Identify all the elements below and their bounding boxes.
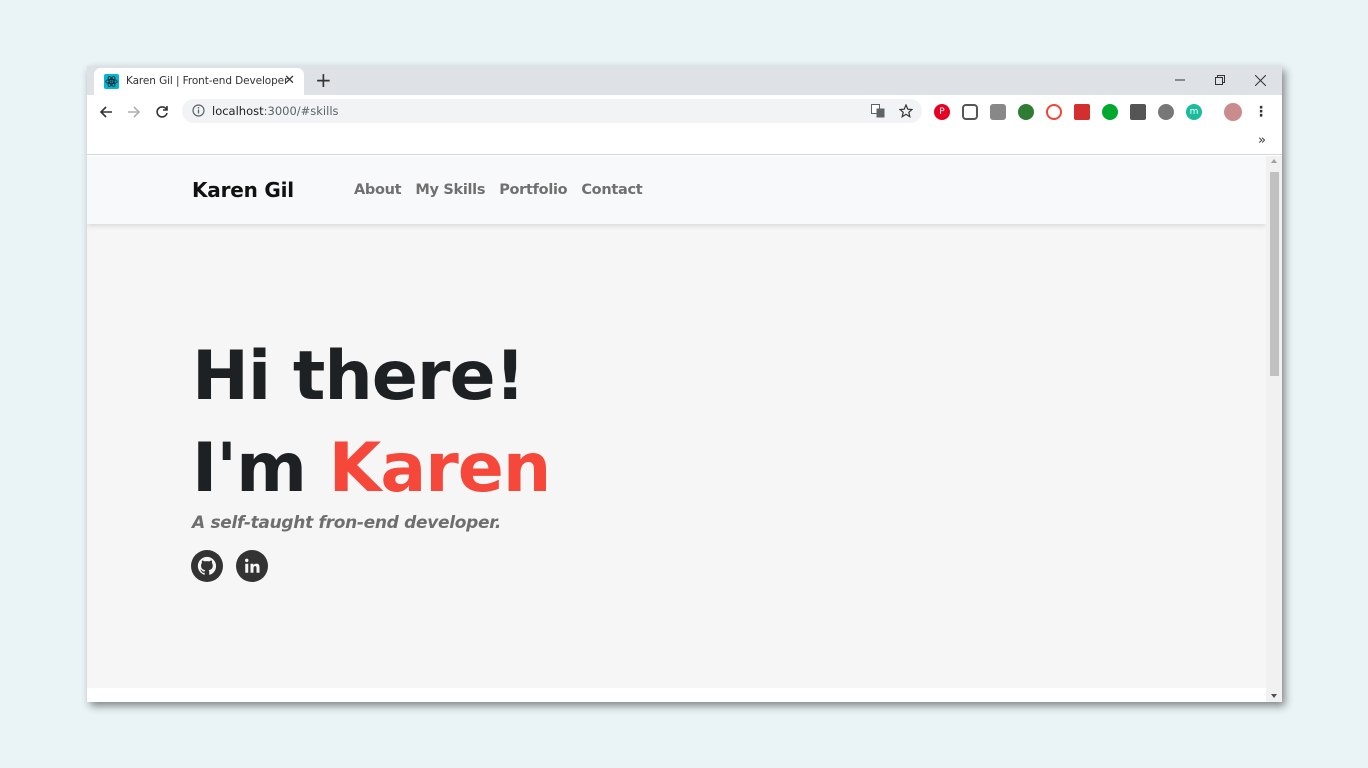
github-icon[interactable]: [191, 550, 223, 582]
info-icon[interactable]: [192, 104, 205, 117]
hero-name: Karen: [328, 429, 552, 508]
scroll-up-icon[interactable]: [1271, 159, 1277, 163]
site-brand[interactable]: Karen Gil: [192, 178, 294, 202]
camera-icon[interactable]: [990, 104, 1006, 120]
profile-avatar[interactable]: [1224, 103, 1242, 121]
reload-icon[interactable]: [152, 102, 172, 122]
address-bar[interactable]: localhost:3000/#skills: [182, 99, 922, 123]
browser-window: Karen Gil | Front-end Developer ✕ + loca…: [87, 66, 1282, 702]
linkedin-icon[interactable]: [236, 550, 268, 582]
back-icon[interactable]: [96, 102, 116, 122]
url-path: :3000/#skills: [263, 104, 339, 118]
m-extension-icon[interactable]: m: [1186, 104, 1202, 120]
page-viewport: Karen Gil About My Skills Portfolio Cont…: [87, 156, 1266, 702]
restore-icon[interactable]: [1205, 71, 1235, 89]
nav-contact[interactable]: Contact: [581, 182, 642, 198]
hero-line-2: I'm Karen: [192, 423, 552, 515]
react-favicon-icon: [104, 74, 119, 89]
bookmark-star-icon[interactable]: [898, 103, 914, 119]
new-tab-button[interactable]: +: [315, 70, 332, 90]
globe-extension-icon[interactable]: [1018, 104, 1034, 120]
page-scrollbar[interactable]: [1266, 156, 1282, 702]
bookmarks-overflow-icon[interactable]: »: [1258, 133, 1266, 148]
url-host: localhost: [212, 104, 264, 118]
bookmarks-bar: »: [87, 128, 1282, 155]
close-tab-icon[interactable]: ✕: [284, 73, 295, 89]
scroll-down-icon[interactable]: [1271, 694, 1277, 698]
hero-tagline: A self-taught fron-end developer.: [192, 513, 502, 533]
pocket-icon[interactable]: [962, 104, 978, 120]
settings-extension-icon[interactable]: [1158, 104, 1174, 120]
nav-portfolio[interactable]: Portfolio: [499, 182, 567, 198]
translate-icon[interactable]: [870, 103, 886, 119]
menu-dots-icon[interactable]: ⋮: [1253, 104, 1269, 120]
hero-prefix: I'm: [192, 429, 329, 508]
eyedropper-icon[interactable]: [1130, 104, 1146, 120]
close-window-icon[interactable]: [1245, 71, 1275, 89]
nav-about[interactable]: About: [354, 182, 402, 198]
screenshot-extension-icon[interactable]: [1074, 104, 1090, 120]
pinterest-icon[interactable]: P: [934, 104, 950, 120]
browser-tab[interactable]: Karen Gil | Front-end Developer ✕: [94, 68, 304, 95]
url-text: localhost:3000/#skills: [212, 104, 339, 118]
lastpass-icon[interactable]: [1046, 104, 1062, 120]
hero-heading: Hi there! I'm Karen: [192, 331, 552, 515]
nav-links: About My Skills Portfolio Contact: [354, 182, 643, 198]
tab-strip: Karen Gil | Front-end Developer ✕ +: [87, 66, 1282, 95]
nav-my-skills[interactable]: My Skills: [415, 182, 485, 198]
tab-title: Karen Gil | Front-end Developer: [126, 75, 289, 87]
minimize-icon[interactable]: [1165, 71, 1195, 89]
hero-line-1: Hi there!: [192, 337, 526, 416]
evernote-icon[interactable]: [1102, 104, 1118, 120]
site-navbar: Karen Gil About My Skills Portfolio Cont…: [87, 156, 1266, 224]
scroll-thumb[interactable]: [1270, 172, 1279, 376]
forward-icon[interactable]: [124, 102, 144, 122]
page-bottom-edge: [87, 688, 1266, 702]
